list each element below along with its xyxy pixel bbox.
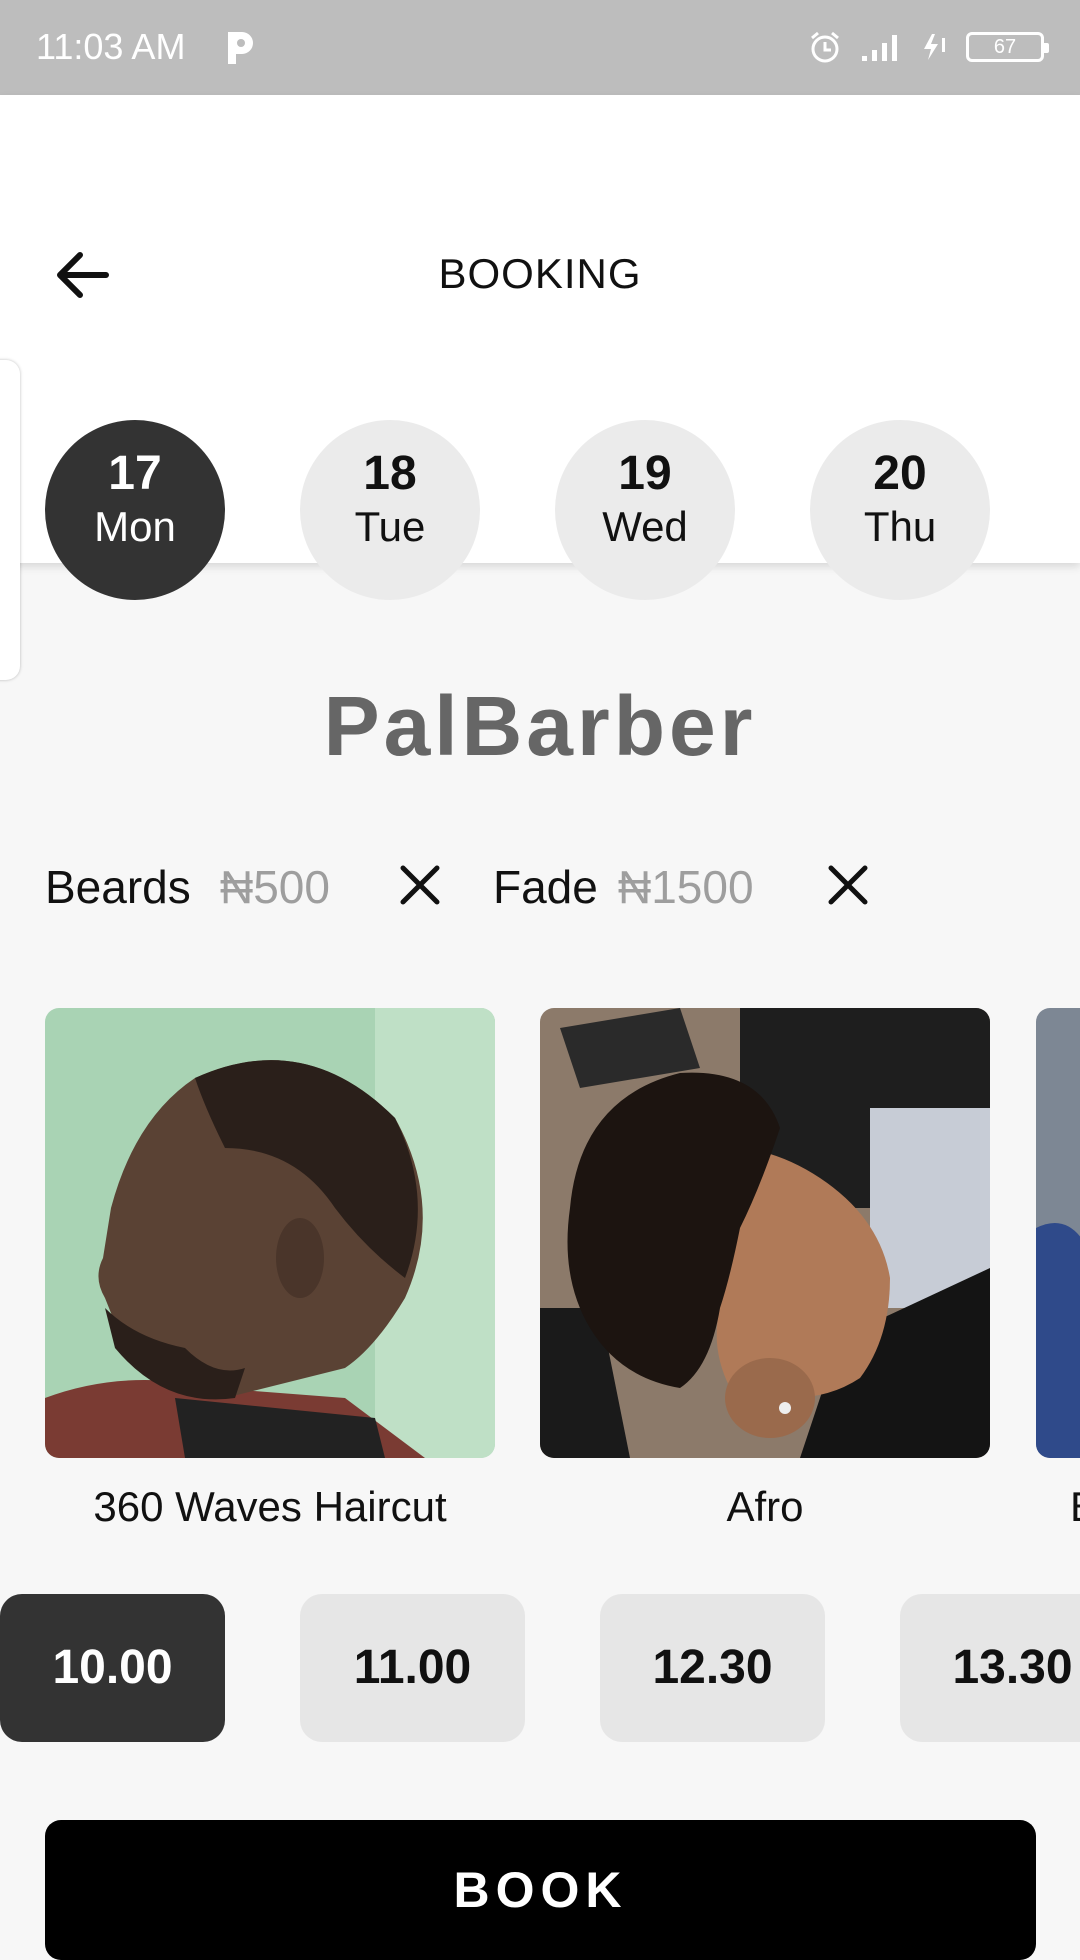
signal-icon (862, 35, 897, 61)
day-item-17[interactable]: 17 Mon (45, 420, 225, 600)
day-number: 17 (108, 447, 162, 500)
time-slot[interactable]: 13.30 (900, 1594, 1080, 1742)
hairstyle-label: Afro (726, 1483, 804, 1530)
service-price: ₦1500 (618, 861, 754, 913)
service-name: Beards (45, 861, 191, 913)
day-item-20[interactable]: 20 Thu (810, 420, 990, 600)
hairstyle-image (1036, 1008, 1080, 1458)
hairstyle-card[interactable]: B (1036, 1008, 1080, 1530)
remove-service-icon[interactable] (825, 862, 871, 908)
status-time: 11:03 AM (36, 26, 186, 67)
side-drawer-handle[interactable] (0, 360, 20, 680)
hairstyle-label: 360 Waves Haircut (93, 1483, 447, 1530)
hairstyle-card[interactable]: 360 Waves Haircut (45, 1008, 495, 1530)
alarm-icon (811, 31, 839, 63)
hairstyle-image (45, 1008, 495, 1458)
day-weekday: Mon (94, 503, 176, 550)
status-bar: 11:03 AM 67 (0, 0, 1080, 95)
notification-p-icon (228, 32, 253, 64)
day-item-18[interactable]: 18 Tue (300, 420, 480, 600)
service-name: Fade (493, 861, 598, 913)
hairstyle-card[interactable]: Afro (540, 1008, 990, 1530)
time-slot[interactable]: 10.00 (0, 1594, 225, 1742)
service-price: ₦500 (220, 861, 330, 913)
day-weekday: Thu (863, 503, 937, 550)
brand-name: PalBarber (323, 679, 757, 773)
booking-header-card: BOOKING 17 Mon 18 Tue 19 Wed 20 Thu (0, 95, 1080, 600)
day-number: 20 (873, 447, 927, 500)
charging-icon (924, 34, 945, 60)
book-button[interactable]: BOOK (45, 1820, 1036, 1960)
day-number: 19 (618, 447, 672, 500)
day-weekday: Wed (602, 503, 688, 550)
day-weekday: Tue (354, 503, 426, 550)
hairstyle-label: B (1070, 1483, 1080, 1531)
hairstyle-carousel: 360 Waves Haircut Afro B (0, 1008, 1080, 1538)
page-title: BOOKING (438, 250, 642, 297)
day-number: 18 (363, 447, 417, 500)
time-slot[interactable]: 12.30 (600, 1594, 825, 1742)
time-slot-selector: 10.00 11.00 12.30 13.30 (0, 1594, 1080, 1744)
hairstyle-image (540, 1008, 990, 1458)
time-slot[interactable]: 11.00 (300, 1594, 525, 1742)
remove-service-icon[interactable] (397, 862, 443, 908)
battery-icon: 67 (966, 32, 1049, 62)
day-item-19[interactable]: 19 Wed (555, 420, 735, 600)
